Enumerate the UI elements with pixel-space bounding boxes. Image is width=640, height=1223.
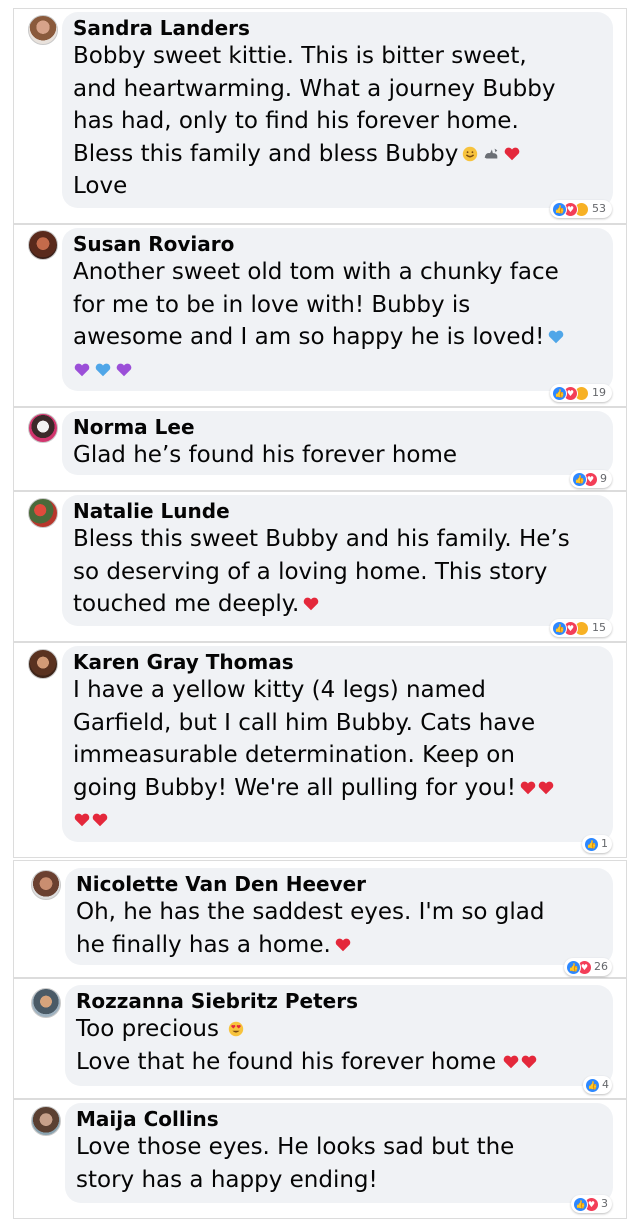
comment-text-line: awesome and I am so happy he is loved! — [73, 321, 603, 354]
comment-author[interactable]: Natalie Lunde — [73, 499, 603, 523]
like-reaction-icon: 👍 — [552, 385, 567, 401]
red-heart-icon — [538, 781, 554, 794]
comment-text-line — [73, 354, 603, 387]
comment: Susan Roviaro Another sweet old tom with… — [13, 224, 627, 407]
reaction-summary[interactable]: 👍 ♥ 3 — [571, 1195, 612, 1213]
blue-heart-icon — [549, 330, 564, 344]
reaction-count: 15 — [592, 621, 606, 634]
comment-author[interactable]: Sandra Landers — [73, 16, 603, 40]
red-heart-icon — [520, 781, 536, 794]
comment-text-line: Bless this sweet Bubby and his family. H… — [73, 526, 570, 552]
like-reaction-icon: 👍 — [566, 959, 581, 975]
comment-author[interactable]: Norma Lee — [73, 415, 603, 439]
reaction-summary[interactable]: 👍 ♥ 19 — [550, 384, 612, 402]
comment-bubble: Karen Gray Thomas I have a yellow kitty … — [62, 646, 613, 842]
comment-author[interactable]: Susan Roviaro — [73, 232, 603, 256]
reaction-summary[interactable]: 👍 ♥ 9 — [570, 470, 612, 488]
comment-bubble: Sandra Landers Bobby sweet kittie. This … — [62, 12, 613, 208]
reaction-summary[interactable]: 👍 1 — [582, 835, 612, 853]
like-reaction-icon: 👍 — [572, 471, 587, 487]
reaction-count: 3 — [601, 1197, 608, 1210]
avatar[interactable] — [28, 230, 58, 260]
purple-heart-icon — [74, 363, 90, 376]
reaction-count: 26 — [594, 960, 608, 973]
comment-text-line: story has a happy ending! — [76, 1166, 378, 1193]
reaction-count: 1 — [601, 837, 608, 850]
comment: Nicolette Van Den Heever Oh, he has the … — [13, 860, 627, 978]
avatar[interactable] — [31, 1106, 61, 1136]
avatar[interactable] — [28, 15, 58, 45]
comment-bubble: Norma Lee Glad he’s found his forever ho… — [62, 411, 613, 475]
comment-text-line: Another sweet old tom with a chunky face — [73, 259, 559, 285]
comment: Norma Lee Glad he’s found his forever ho… — [13, 407, 627, 491]
red-heart-icon — [505, 147, 520, 160]
comment-bubble: Natalie Lunde Bless this sweet Bubby and… — [62, 495, 613, 626]
comment-text-line: Bobby sweet kittie. This is bitter sweet… — [73, 43, 527, 69]
comment-author[interactable]: Karen Gray Thomas — [73, 650, 603, 674]
red-heart-icon — [521, 1055, 537, 1068]
comment-bubble: Rozzanna Siebritz Peters Too precious Lo… — [65, 985, 613, 1086]
comment-text-line: Love — [73, 173, 128, 199]
red-heart-icon — [503, 1055, 519, 1068]
avatar[interactable] — [31, 870, 61, 900]
avatar[interactable] — [28, 649, 58, 679]
comment: Karen Gray Thomas I have a yellow kitty … — [13, 642, 627, 858]
avatar[interactable] — [31, 988, 61, 1018]
heart-eyes-emoji-icon — [228, 1021, 244, 1037]
comment: Natalie Lunde Bless this sweet Bubby and… — [13, 491, 627, 642]
purple-heart-icon — [116, 363, 132, 376]
comment-text-line — [73, 804, 603, 837]
comment-text-line: Bless this family and bless Bubby — [73, 138, 603, 171]
comment-text-line: going Bubby! We're all pulling for you! — [73, 772, 603, 805]
red-heart-icon — [304, 597, 319, 611]
comment-text-line: and heartwarming. What a journey Bubby — [73, 75, 556, 102]
reaction-summary[interactable]: 👍 4 — [583, 1076, 612, 1094]
comment-bubble: Susan Roviaro Another sweet old tom with… — [62, 228, 613, 391]
reaction-count: 53 — [592, 202, 606, 215]
comment-text-line: immeasurable determination. Keep on — [73, 742, 515, 768]
reaction-summary[interactable]: 👍 ♥ 26 — [564, 958, 612, 976]
avatar[interactable] — [28, 498, 58, 528]
red-heart-icon — [335, 938, 351, 951]
comment: Rozzanna Siebritz Peters Too precious Lo… — [13, 978, 627, 1099]
like-reaction-icon: 👍 — [573, 1196, 588, 1212]
smile-emoji-icon — [463, 146, 478, 161]
like-reaction-icon: 👍 — [552, 620, 567, 636]
like-reaction-icon: 👍 — [584, 836, 599, 852]
like-reaction-icon: 👍 — [585, 1077, 600, 1093]
comment: Maija Collins Love those eyes. He looks … — [13, 1099, 627, 1219]
comment-text-line: Garfield, but I call him Bubby. Cats hav… — [73, 709, 536, 736]
reaction-count: 4 — [602, 1078, 609, 1091]
red-heart-icon — [92, 813, 108, 827]
reaction-summary[interactable]: 👍 ♥ 15 — [550, 619, 612, 637]
avatar[interactable] — [28, 413, 58, 443]
comment-text-line: so deserving of a loving home. This stor… — [73, 558, 548, 585]
reaction-summary[interactable]: 👍 ♥ 53 — [550, 200, 612, 218]
like-reaction-icon: 👍 — [552, 201, 567, 217]
comment-text-line: Too precious — [76, 1013, 603, 1046]
comment-text-line: has had, only to find his forever home. — [73, 108, 519, 134]
reaction-count: 19 — [592, 386, 606, 399]
comment: Sandra Landers Bobby sweet kittie. This … — [13, 8, 627, 224]
comment-text-line: for me to be in love with! Bubby is — [73, 291, 471, 318]
comment-author[interactable]: Maija Collins — [76, 1107, 603, 1131]
comment-text-line: Love that he found his forever home — [76, 1046, 603, 1079]
comment-text-line: Oh, he has the saddest eyes. I'm so glad — [76, 899, 545, 925]
comment-text-line: I have a yellow kitty (4 legs) named — [73, 677, 486, 703]
comment-bubble: Nicolette Van Den Heever Oh, he has the … — [65, 868, 613, 965]
red-heart-icon — [74, 813, 90, 827]
cat-emoji-icon — [485, 148, 498, 158]
comment-text-line: touched me deeply. — [73, 588, 603, 621]
reaction-count: 9 — [600, 472, 607, 485]
comment-text-line: he finally has a home. — [76, 929, 603, 962]
blue-heart-icon — [95, 363, 111, 376]
comment-text-line: Love those eyes. He looks sad but the — [76, 1134, 515, 1160]
comment-author[interactable]: Nicolette Van Den Heever — [76, 872, 603, 896]
comment-bubble: Maija Collins Love those eyes. He looks … — [65, 1103, 613, 1203]
comment-author[interactable]: Rozzanna Siebritz Peters — [76, 989, 603, 1013]
comment-text-line: Glad he’s found his forever home — [73, 442, 458, 468]
